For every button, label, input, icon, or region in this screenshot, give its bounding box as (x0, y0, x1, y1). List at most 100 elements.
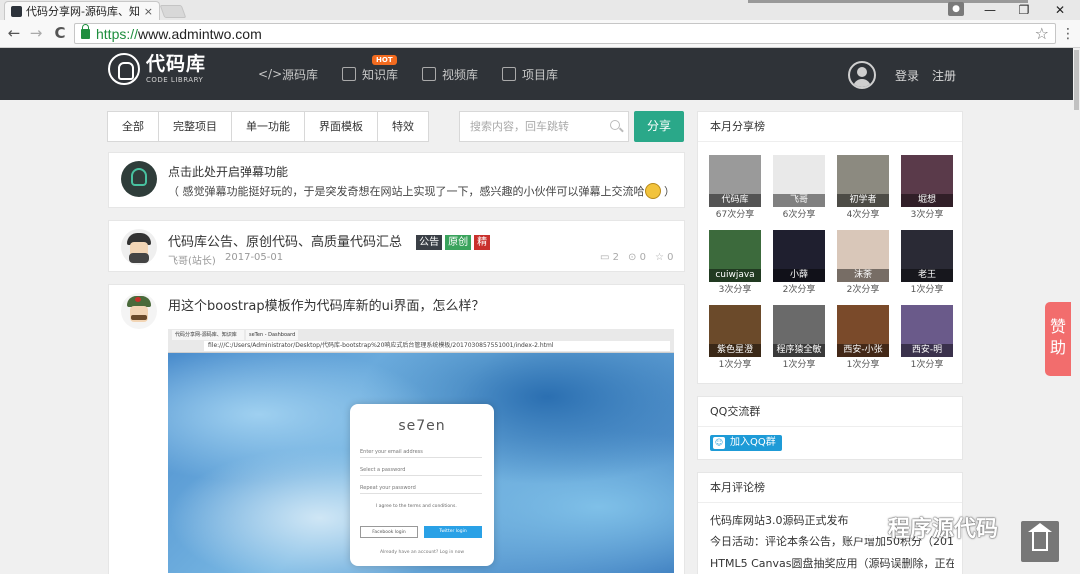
user-avatar[interactable]: 西安-小张 (837, 305, 889, 357)
ranking-user[interactable]: 西安-小张 1次分享 (837, 305, 889, 373)
nav-label: 源码库 (282, 67, 319, 82)
search-input[interactable]: 搜索内容，回车跳转 (459, 111, 629, 142)
ranking-user[interactable]: 程序猿全敏 1次分享 (773, 305, 825, 373)
ranking-user[interactable]: 西安-明 1次分享 (901, 305, 953, 373)
ranking-user[interactable]: 飞哥 6次分享 (773, 155, 825, 223)
ranking-username: 老王 (901, 269, 953, 282)
barrage-card[interactable]: 点击此处开启弹幕功能 （ 感觉弹幕功能挺好玩的，于是突发奇想在网站上实现了一下，… (108, 152, 685, 208)
filter-single-function[interactable]: 单一功能 (231, 111, 305, 142)
announcement-title: 代码库公告、原创代码、高质量代码汇总 公告 原创精 (168, 231, 491, 250)
user-avatar[interactable]: 初学者 (837, 155, 889, 207)
ranking-share-count: 3次分享 (718, 285, 752, 295)
shot-facebook: Facebook login (360, 526, 418, 538)
user-avatar[interactable]: 飞哥 (773, 155, 825, 207)
tab-title: 代码分享网-源码库、知识 (26, 5, 140, 18)
browser-menu-icon[interactable]: ⋮ (1060, 24, 1076, 44)
browser-tab[interactable]: 代码分享网-源码库、知识 × (4, 1, 160, 20)
comment-link[interactable]: HTML5 Canvas圆盘抽奖应用（源码误删除，正在 (710, 555, 954, 571)
filter-effects[interactable]: 特效 (377, 111, 429, 142)
author-avatar[interactable] (121, 229, 157, 265)
forward-button[interactable]: → (26, 23, 46, 43)
sponsor-button[interactable]: 赞助 (1045, 302, 1071, 376)
new-tab-button[interactable] (159, 5, 187, 18)
logo-name: 代码库 (146, 53, 207, 75)
nav-label: 项目库 (522, 67, 559, 82)
page-scrollbar[interactable] (1073, 48, 1080, 574)
ranking-user[interactable]: 初学者 4次分享 (837, 155, 889, 223)
user-avatar[interactable]: cuiwjava (709, 230, 761, 282)
join-qq-button[interactable]: ☺ 加入QQ群 (710, 435, 782, 451)
ranking-share-count: 67次分享 (715, 210, 755, 220)
share-button[interactable]: 分享 (634, 111, 684, 142)
user-avatar[interactable]: 老王 (901, 230, 953, 282)
nav-label: 视频库 (442, 67, 479, 82)
ranking-user[interactable]: 沫荼 2次分享 (837, 230, 889, 298)
bookmark-star-icon[interactable]: ☆ (1035, 24, 1049, 43)
ranking-share-count: 2次分享 (846, 285, 880, 295)
back-button[interactable]: ← (4, 23, 24, 43)
nav-item-source[interactable]: </> 源码库 (258, 66, 318, 83)
ranking-share-count: 1次分享 (718, 360, 752, 370)
user-avatar[interactable]: 程序猿全敏 (773, 305, 825, 357)
filter-all[interactable]: 全部 (107, 111, 159, 142)
announcement-title-text[interactable]: 代码库公告、原创代码、高质量代码汇总 (168, 235, 402, 250)
ranking-username: 程序猿全敏 (773, 344, 825, 357)
minimize-button[interactable]: — (975, 0, 1005, 20)
post-title[interactable]: 用这个boostrap模板作为代码库新的ui界面，怎么样？ (168, 295, 484, 314)
ranking-username: 堀想 (901, 194, 953, 207)
ranking-user[interactable]: 小薛 2次分享 (773, 230, 825, 298)
code-icon: </> (258, 67, 283, 81)
nav-item-knowledge[interactable]: 知识库 HOT (342, 54, 398, 83)
profile-icon[interactable]: ● (948, 2, 964, 16)
tag-notice: 公告 (416, 235, 443, 250)
user-avatar[interactable]: 紫色星澄 (709, 305, 761, 357)
barrage-desc: （ 感觉弹幕功能挺好玩的，于是突发奇想在网站上实现了一下，感兴趣的小伙伴可以弹幕… (168, 183, 675, 199)
filter-ui-template[interactable]: 界面模板 (304, 111, 378, 142)
ranking-user[interactable]: 代码库 67次分享 (709, 155, 761, 223)
scrollbar-thumb[interactable] (1074, 50, 1079, 110)
search-icon[interactable] (610, 120, 620, 130)
address-bar[interactable]: https:// www.admintwo.com ☆ (74, 23, 1056, 44)
secure-lock-icon (81, 23, 90, 39)
barrage-title[interactable]: 点击此处开启弹幕功能 (168, 163, 288, 180)
back-to-top-button[interactable] (1021, 521, 1059, 562)
comment-icon: ▭ (600, 252, 610, 263)
tag-original: 原创 (445, 235, 472, 250)
user-avatar[interactable]: 西安-明 (901, 305, 953, 357)
ranking-user[interactable]: 紫色星澄 1次分享 (709, 305, 761, 373)
user-avatar[interactable]: 沫荼 (837, 230, 889, 282)
register-link[interactable]: 注册 (932, 67, 956, 84)
login-link[interactable]: 登录 (895, 67, 919, 84)
shot-footer: Already have an account? Log in now (379, 550, 465, 555)
post-card: 用这个boostrap模板作为代码库新的ui界面，怎么样？ 代码分享网-源码库、… (108, 284, 685, 574)
user-avatar-icon[interactable] (848, 61, 876, 89)
ranking-user[interactable]: 堀想 3次分享 (901, 155, 953, 223)
user-avatar[interactable]: 小薛 (773, 230, 825, 282)
close-window-button[interactable]: ✕ (1045, 0, 1075, 20)
ranking-share-count: 2次分享 (782, 285, 816, 295)
ranking-user[interactable]: 老王 1次分享 (901, 230, 953, 298)
ranking-share-count: 6次分享 (782, 210, 816, 220)
user-avatar[interactable]: 代码库 (709, 155, 761, 207)
ranking-user[interactable]: cuiwjava 3次分享 (709, 230, 761, 298)
star-icon: ☆ (655, 252, 664, 263)
ranking-share-count: 1次分享 (910, 285, 944, 295)
tab-close-icon[interactable]: × (144, 5, 153, 18)
author-name[interactable]: 飞哥(站长) (168, 252, 216, 267)
shot-tab: seTen - Dashboard (246, 330, 298, 340)
ranking-username: 代码库 (709, 194, 761, 207)
reload-button[interactable]: C (50, 23, 70, 43)
site-logo[interactable]: 代码库 CODE LIBRARY (108, 53, 206, 85)
user-avatar[interactable]: 堀想 (901, 155, 953, 207)
post-author-avatar[interactable] (121, 293, 157, 329)
post-screenshot[interactable]: 代码分享网-源码库、知识库 seTen - Dashboard file:///… (168, 329, 674, 573)
barrage-desc-text: （ 感觉弹幕功能挺好玩的，于是突发奇想在网站上实现了一下，感兴趣的小伙伴可以弹幕… (168, 185, 645, 198)
nav-item-project[interactable]: 项目库 (502, 66, 558, 83)
comment-count: ▭ 2 (600, 252, 619, 263)
tag-featured: 精 (474, 235, 491, 250)
download-count-value: 0 (639, 252, 646, 263)
ranking-share-count: 3次分享 (910, 210, 944, 220)
maximize-button[interactable]: ❐ (1009, 0, 1039, 20)
filter-full-project[interactable]: 完整项目 (158, 111, 232, 142)
nav-item-video[interactable]: 视频库 (422, 66, 478, 83)
